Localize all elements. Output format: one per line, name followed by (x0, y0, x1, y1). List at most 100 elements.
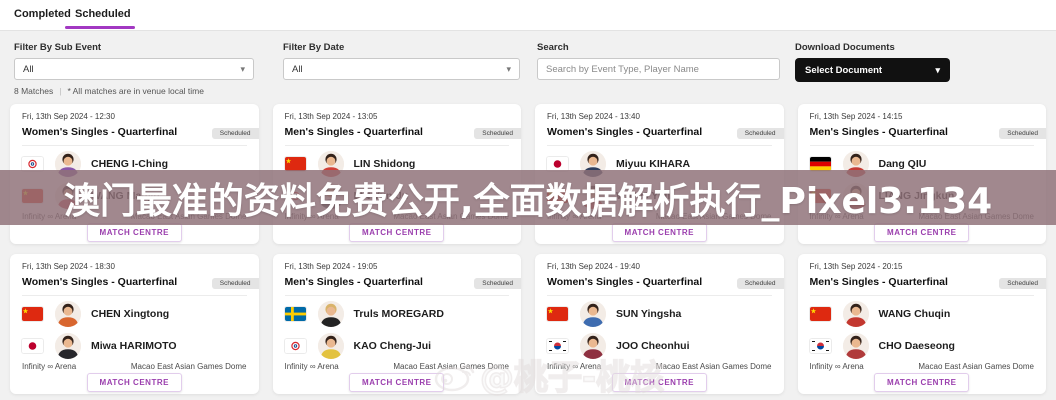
match-datetime: Fri, 13th Sep 2024 - 19:05 (284, 262, 378, 271)
filter-sub-event-group: Filter By Sub Event All ▾ (14, 42, 254, 80)
player-avatar (842, 301, 869, 327)
player-row[interactable]: Miwa HARIMOTO (22, 330, 247, 362)
player-name: Miyuu KIHARA (616, 158, 691, 170)
match-centre-button[interactable]: MATCH CENTRE (349, 223, 445, 242)
summary-divider: | (59, 86, 62, 96)
filter-date-value: All (292, 63, 303, 75)
player-name: SUN Yingsha (616, 308, 682, 320)
select-document-dropdown[interactable]: Select Document ▾ (795, 58, 950, 82)
player-avatar (55, 301, 81, 327)
match-card-header: Fri, 13th Sep 2024 - 12:30 Women's Singl… (10, 104, 259, 146)
match-card-header: Fri, 13th Sep 2024 - 20:15 Men's Singles… (798, 254, 1046, 296)
venue-arena: Infinity ∞ Arena (22, 362, 77, 371)
status-badge: Scheduled (474, 278, 521, 289)
match-datetime: Fri, 13th Sep 2024 - 14:15 (809, 112, 903, 121)
match-card-header: Fri, 13th Sep 2024 - 19:05 Men's Singles… (273, 254, 521, 296)
player-row[interactable]: WANG Chuqin (809, 298, 1035, 330)
match-summary: 8 Matches | * All matches are in venue loc… (14, 86, 204, 96)
chevron-down-icon: ▾ (506, 63, 511, 74)
match-centre-button[interactable]: MATCH CENTRE (874, 223, 970, 242)
player-name: CHO Daeseong (878, 340, 955, 352)
player-name: CHENG I-Ching (91, 158, 168, 170)
player-row[interactable]: SUN Yingsha (547, 298, 772, 330)
status-badge: Scheduled (211, 128, 259, 139)
search-input[interactable] (537, 58, 780, 80)
top-tab-bar: Completed Scheduled (0, 0, 1056, 31)
select-document-value: Select Document (805, 64, 883, 76)
match-datetime: Fri, 13th Sep 2024 - 19:40 (547, 262, 640, 271)
match-card-header: Fri, 13th Sep 2024 - 18:30 Women's Singl… (10, 254, 259, 296)
venue-row: Infinity ∞ Arena Macao East Asian Games … (798, 362, 1047, 371)
match-card: Fri, 13th Sep 2024 - 18:30 Women's Singl… (10, 254, 259, 394)
venue-arena: Infinity ∞ Arena (809, 362, 864, 371)
match-centre-button[interactable]: MATCH CENTRE (349, 373, 445, 392)
match-centre-button[interactable]: MATCH CENTRE (86, 223, 182, 242)
country-flag-icon (284, 157, 306, 171)
tab-scheduled[interactable]: Scheduled (75, 8, 131, 20)
weibo-watermark: @桃子-桃核 (432, 350, 665, 399)
watermark-banner: 澳门最准的资料免费公开,全面数据解析执行_Pixel3.134 (0, 170, 1056, 225)
player-name: KAO Cheng-Jui (353, 340, 432, 352)
filter-date-label: Filter By Date (283, 42, 345, 53)
country-flag-icon (547, 307, 568, 321)
weibo-logo-icon (434, 364, 475, 391)
player-name: Truls MOREGARD (353, 308, 444, 320)
venue-dome: Macao East Asian Games Dome (130, 362, 247, 371)
player-row[interactable]: Truls MOREGARD (284, 298, 510, 330)
country-flag-icon (809, 339, 831, 353)
chevron-down-icon: ▾ (240, 63, 245, 74)
player-name: CHEN Xingtong (91, 308, 170, 320)
venue-dome: Macao East Asian Games Dome (918, 362, 1034, 371)
match-card-footer: MATCH CENTRE (798, 371, 1047, 394)
filter-date-select[interactable]: All ▾ (283, 58, 520, 80)
player-avatar (580, 301, 606, 327)
filter-sub-event-label: Filter By Sub Event (14, 42, 102, 53)
player-list: CHEN Xingtong Miwa HARIMOTO (10, 296, 259, 362)
download-documents-group: Download Documents Select Document ▾ (795, 42, 950, 82)
player-name: Dang QIU (878, 158, 927, 170)
country-flag-icon (284, 339, 306, 353)
chevron-down-icon: ▾ (935, 64, 940, 75)
filter-sub-event-select[interactable]: All ▾ (14, 58, 254, 80)
player-avatar (55, 333, 81, 359)
player-avatar (317, 301, 344, 327)
match-datetime: Fri, 13th Sep 2024 - 13:40 (547, 112, 640, 121)
venue-arena: Infinity ∞ Arena (284, 362, 339, 371)
match-count: 8 Matches (14, 86, 54, 96)
download-documents-label: Download Documents (795, 42, 895, 53)
country-flag-icon (284, 307, 306, 321)
match-datetime: Fri, 13th Sep 2024 - 13:05 (284, 112, 378, 121)
country-flag-icon (809, 157, 831, 171)
player-row[interactable]: CHEN Xingtong (22, 298, 247, 330)
player-row[interactable]: CHO Daeseong (809, 330, 1035, 362)
watermark-banner-text: 澳门最准的资料免费公开,全面数据解析执行_Pixel3.134 (63, 180, 993, 222)
country-flag-icon (22, 339, 43, 353)
status-badge: Scheduled (999, 278, 1046, 289)
search-label: Search (537, 42, 569, 53)
match-datetime: Fri, 13th Sep 2024 - 20:15 (809, 262, 903, 271)
venue-dome: Macao East Asian Games Dome (655, 362, 772, 371)
active-tab-indicator (65, 26, 135, 29)
tab-completed[interactable]: Completed (14, 8, 71, 20)
match-centre-button[interactable]: MATCH CENTRE (611, 223, 707, 242)
status-badge: Scheduled (736, 128, 784, 139)
player-avatar (842, 333, 869, 359)
filter-sub-event-value: All (23, 63, 34, 75)
search-group: Search (537, 42, 780, 80)
player-avatar (317, 333, 344, 359)
player-list: WANG Chuqin CHO Daeseong (798, 296, 1047, 362)
match-card-footer: MATCH CENTRE (10, 371, 259, 394)
match-card-header: Fri, 13th Sep 2024 - 13:05 Men's Singles… (273, 104, 521, 146)
match-card: Fri, 13th Sep 2024 - 20:15 Men's Singles… (797, 254, 1047, 394)
match-datetime: Fri, 13th Sep 2024 - 12:30 (22, 112, 115, 121)
country-flag-icon (22, 157, 43, 171)
player-name: LIN Shidong (353, 158, 416, 170)
match-centre-button[interactable]: MATCH CENTRE (86, 373, 182, 392)
match-card-header: Fri, 13th Sep 2024 - 13:40 Women's Singl… (535, 104, 784, 146)
match-centre-button[interactable]: MATCH CENTRE (874, 373, 970, 392)
match-card-header: Fri, 13th Sep 2024 - 14:15 Men's Singles… (798, 104, 1046, 146)
weibo-watermark-text: @桃子-桃核 (479, 357, 665, 399)
player-name: Miwa HARIMOTO (91, 340, 177, 352)
country-flag-icon (547, 157, 568, 171)
status-badge: Scheduled (736, 278, 784, 289)
